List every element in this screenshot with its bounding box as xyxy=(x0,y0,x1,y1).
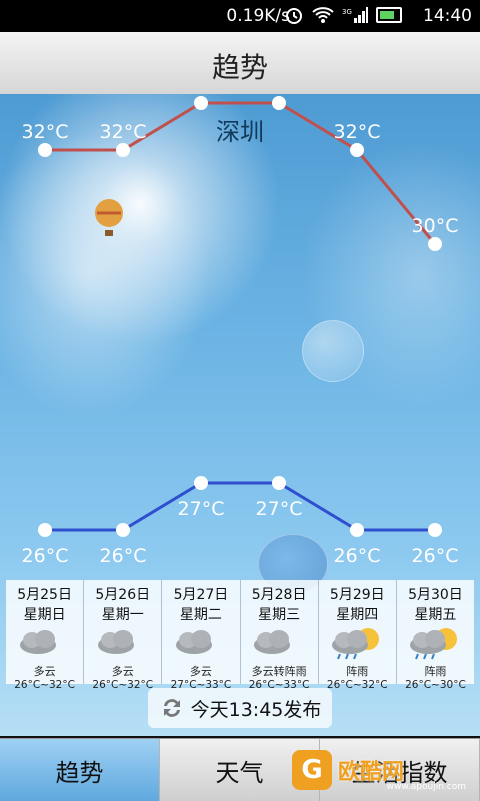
low-temp-label: 26°C xyxy=(22,545,69,567)
network-speed: 0.19K/s xyxy=(226,6,290,26)
forecast-weekday: 星期三 xyxy=(258,607,301,623)
forecast-weekday: 星期一 xyxy=(101,607,144,623)
forecast-date: 5月27日 xyxy=(173,587,229,603)
forecast-desc: 多云 xyxy=(33,665,56,678)
shower-icon xyxy=(326,626,388,660)
forecast-day: 5月27日 星期二 多云 27°C~33°C xyxy=(162,580,241,691)
cloudy-icon xyxy=(248,626,310,660)
tab-trend[interactable]: 趋势 xyxy=(0,739,160,801)
forecast-desc: 阵雨 xyxy=(424,665,447,678)
forecast-weekday: 星期四 xyxy=(336,607,379,623)
svg-text:3G: 3G xyxy=(342,8,352,16)
temperature-trend-chart: 32°C 32°C 33°C 33°C 32°C 30°C 26°C 26°C 27°C 27°… xyxy=(22,94,459,567)
refresh-icon xyxy=(163,699,180,717)
signal-icon: 3G xyxy=(342,7,368,23)
forecast-day: 5月28日 星期三 多云转阵雨 26°C~33°C xyxy=(240,580,319,691)
forecast-date: 5月28日 xyxy=(251,587,307,603)
forecast-date: 5月26日 xyxy=(95,587,151,603)
forecast-desc: 阵雨 xyxy=(346,665,369,678)
high-temp-label: 32°C xyxy=(334,121,381,143)
forecast-day: 5月30日 星期五 阵雨 26°C~30°C xyxy=(396,580,475,691)
high-temp-label: 32°C xyxy=(100,121,147,143)
refresh-button[interactable]: 今天13:45发布 xyxy=(148,688,332,728)
alarm-icon xyxy=(286,8,302,24)
low-temp-label: 27°C xyxy=(178,498,225,520)
high-temp-label: 33°C xyxy=(178,94,225,96)
title-bar: 趋势 xyxy=(0,32,480,95)
high-temp-point xyxy=(116,143,130,157)
high-temp-point xyxy=(38,143,52,157)
cloudy-icon xyxy=(170,626,232,660)
forecast-date: 5月25日 xyxy=(17,587,72,603)
high-temp-label: 30°C xyxy=(412,215,459,237)
forecast-day: 5月29日 星期四 阵雨 26°C~32°C xyxy=(318,580,397,691)
low-temp-label: 26°C xyxy=(334,545,381,567)
status-icons: 3G xyxy=(284,5,402,25)
watermark-icon: G xyxy=(292,750,332,790)
battery-icon xyxy=(376,7,402,23)
forecast-weekday: 星期五 xyxy=(414,607,457,623)
publish-time: 今天13:45发布 xyxy=(190,698,322,721)
cloudy-icon xyxy=(92,626,154,660)
shower-icon xyxy=(404,626,466,660)
forecast-day: 5月25日 星期日 多云 26°C~32°C xyxy=(6,580,85,691)
forecast-desc: 多云 xyxy=(111,665,134,678)
forecast-day: 5月26日 星期一 多云 26°C~32°C xyxy=(84,580,163,691)
status-bar: 0.19K/s 3G 14:40 xyxy=(0,0,480,32)
page-title: 趋势 xyxy=(211,51,268,84)
low-temp-point xyxy=(116,523,130,537)
cloudy-icon xyxy=(14,626,76,660)
low-temp-point xyxy=(350,523,364,537)
forecast-list: 5月25日 星期日 多云 26°C~32°C 5月26日 星期一 多云 26°C… xyxy=(6,580,475,691)
high-temp-label: 32°C xyxy=(22,121,69,143)
forecast-weekday: 星期二 xyxy=(179,607,222,623)
low-temp-label: 26°C xyxy=(100,545,147,567)
high-temp-point xyxy=(350,143,364,157)
watermark-url: www.apoujin.com xyxy=(386,782,466,792)
forecast-date: 5月29日 xyxy=(329,587,385,603)
high-temp-point xyxy=(428,237,442,251)
high-temp-point xyxy=(272,96,286,110)
low-temp-label: 27°C xyxy=(256,498,303,520)
low-temp-label: 26°C xyxy=(412,545,459,567)
low-temp-point xyxy=(272,476,286,490)
watermark-logo: G 欧酷网 www.apoujin.com xyxy=(292,744,472,796)
low-temp-line xyxy=(45,481,435,532)
low-temp-point xyxy=(38,523,52,537)
clock: 14:40 xyxy=(423,6,472,26)
forecast-range: 26°C~30°C xyxy=(405,679,466,691)
forecast-date: 5月30日 xyxy=(408,587,463,603)
forecast-weekday: 星期日 xyxy=(23,607,66,623)
low-temp-point xyxy=(194,476,208,490)
forecast-desc: 多云 xyxy=(189,665,212,678)
wifi-icon xyxy=(312,7,334,23)
forecast-desc: 多云转阵雨 xyxy=(251,665,307,678)
high-temp-label: 33°C xyxy=(256,94,303,96)
low-temp-point xyxy=(428,523,442,537)
forecast-range: 26°C~32°C xyxy=(14,679,75,691)
high-temp-point xyxy=(194,96,208,110)
